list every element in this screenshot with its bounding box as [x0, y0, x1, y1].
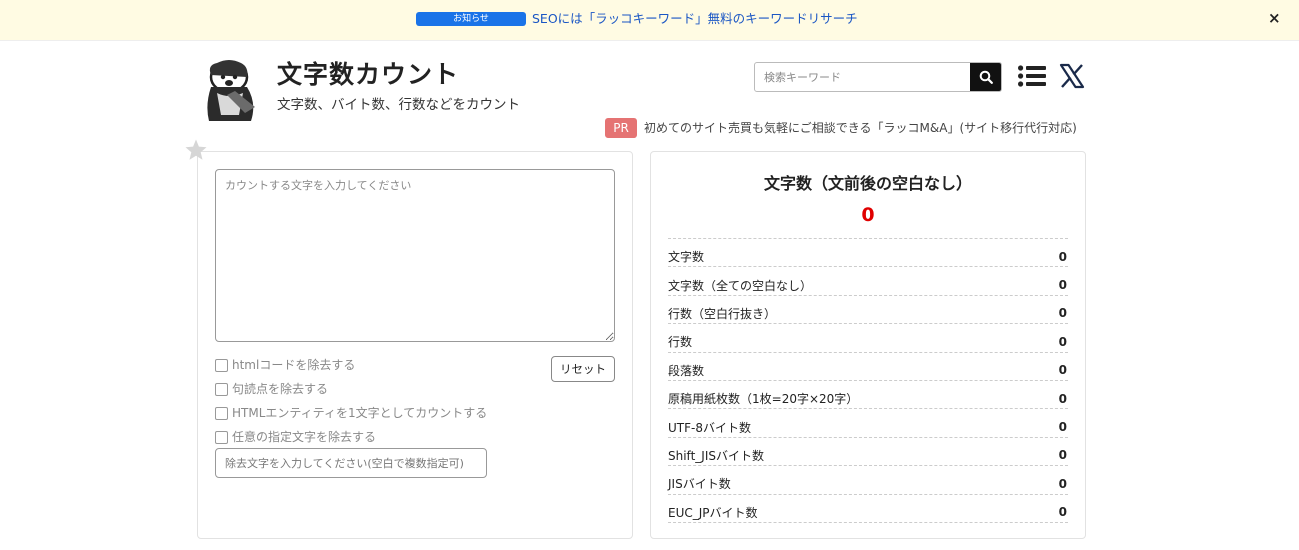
result-label: 原稿用紙枚数（1枚=20字×20字）	[668, 392, 859, 407]
main-count-value: 0	[861, 204, 875, 226]
pr-link[interactable]: 初めてのサイト売買も気軽にご相談できる「ラッコM&A」(サイト移行代行対応)	[644, 119, 1077, 137]
result-row: Shift_JISバイト数 0	[668, 438, 1068, 467]
result-value: 0	[1058, 476, 1067, 491]
star-icon[interactable]	[184, 138, 208, 162]
option-html-entity[interactable]: HTMLエンティティを1文字としてカウントする	[215, 405, 487, 421]
option-label: 任意の指定文字を除去する	[232, 430, 377, 444]
option-label: HTMLエンティティを1文字としてカウントする	[232, 406, 488, 420]
result-value: 0	[1058, 334, 1067, 349]
result-row: 文字数（全ての空白なし） 0	[668, 267, 1068, 296]
result-label: JISバイト数	[668, 477, 731, 492]
result-label: 文字数（全ての空白なし）	[668, 278, 813, 293]
result-row: UTF-8バイト数 0	[668, 409, 1068, 438]
exclude-chars-input[interactable]	[215, 448, 487, 478]
option-remove-punctuation[interactable]: 句読点を除去する	[215, 381, 328, 397]
x-logo-icon[interactable]	[1059, 63, 1085, 89]
checkbox[interactable]	[215, 358, 228, 372]
result-label: 行数	[668, 335, 693, 350]
option-remove-custom[interactable]: 任意の指定文字を除去する	[215, 429, 376, 445]
checkbox[interactable]	[215, 430, 228, 444]
result-value: 0	[1058, 448, 1067, 463]
result-label: UTF-8バイト数	[668, 420, 751, 435]
page-title: 文字数カウント	[277, 60, 460, 89]
result-row: 原稿用紙枚数（1枚=20字×20字） 0	[668, 381, 1068, 410]
result-label: Shift_JISバイト数	[668, 448, 764, 463]
results-list: 文字数 0 文字数（全ての空白なし） 0 行数（空白行抜き） 0 行数 0 段落数 0 原…	[668, 238, 1068, 523]
result-row: 段落数 0	[668, 353, 1068, 381]
result-value: 0	[1058, 306, 1067, 321]
notice-badge: お知らせ	[416, 12, 526, 26]
notice-link[interactable]: SEOには「ラッコキーワード」無料のキーワードリサーチ	[532, 10, 858, 28]
notice-bar: お知らせ SEOには「ラッコキーワード」無料のキーワードリサーチ ×	[0, 0, 1299, 41]
result-row: 文字数 0	[668, 239, 1068, 268]
result-value: 0	[1058, 505, 1067, 520]
text-input[interactable]	[215, 169, 615, 342]
search-button[interactable]	[970, 63, 1001, 91]
option-remove-html[interactable]: htmlコードを除去する	[215, 357, 355, 373]
result-row: EUC_JPバイト数 0	[668, 495, 1068, 523]
result-label: 文字数	[668, 250, 705, 265]
search-input[interactable]	[755, 63, 971, 91]
result-value: 0	[1058, 249, 1067, 264]
checkbox[interactable]	[215, 382, 228, 396]
result-value: 0	[1058, 363, 1067, 378]
mascot-logo[interactable]	[199, 57, 267, 121]
reset-button[interactable]: リセット	[551, 356, 615, 382]
result-label: 行数（空白行抜き）	[668, 306, 777, 321]
close-icon[interactable]: ×	[1268, 8, 1281, 28]
result-value: 0	[1058, 420, 1067, 435]
option-label: 句読点を除去する	[232, 382, 329, 396]
menu-icon[interactable]	[1018, 65, 1046, 87]
search-box	[754, 62, 1002, 92]
search-icon	[979, 70, 993, 84]
result-row: 行数（空白行抜き） 0	[668, 296, 1068, 325]
page-subtitle: 文字数、バイト数、行数などをカウント	[277, 97, 520, 113]
result-value: 0	[1058, 278, 1067, 293]
option-label: htmlコードを除去する	[232, 358, 356, 372]
result-label: 段落数	[668, 363, 705, 378]
result-value: 0	[1058, 391, 1067, 406]
result-label: EUC_JPバイト数	[668, 505, 758, 520]
pr-badge: PR	[605, 118, 637, 138]
checkbox[interactable]	[215, 406, 228, 420]
result-row: 行数 0	[668, 324, 1068, 353]
result-row: JISバイト数 0	[668, 466, 1068, 495]
main-count-label: 文字数（文前後の空白なし）	[763, 174, 972, 193]
